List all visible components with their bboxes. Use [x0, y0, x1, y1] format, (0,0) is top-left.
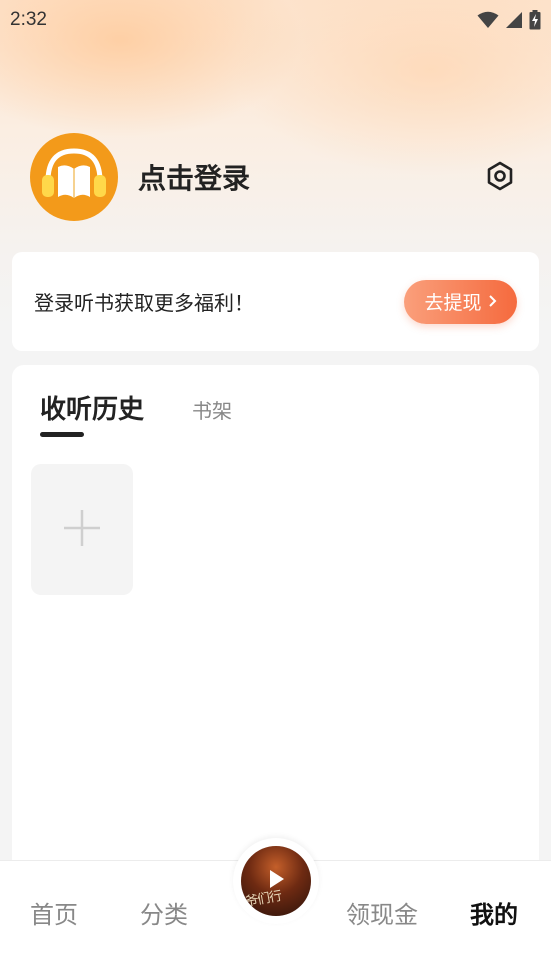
- tab-indicator: [40, 432, 84, 437]
- tab-bookshelf[interactable]: 书架: [192, 395, 232, 426]
- login-link[interactable]: 点击登录: [138, 157, 250, 197]
- withdraw-button-label: 去提现: [424, 292, 482, 314]
- nav-item-category[interactable]: 分类: [140, 895, 188, 930]
- settings-icon[interactable]: [484, 160, 516, 192]
- plus-icon: [62, 508, 102, 552]
- promo-text: 登录听书获取更多福利！: [34, 291, 254, 315]
- signal-icon: [505, 11, 523, 29]
- play-icon[interactable]: [265, 868, 287, 894]
- headphones-book-icon: [38, 145, 110, 209]
- nav-item-mine[interactable]: 我的: [470, 895, 518, 930]
- history-card: 收听历史 书架: [12, 365, 539, 885]
- history-tabs: 收听历史 书架: [40, 389, 232, 426]
- mini-player[interactable]: 爷们行: [233, 838, 319, 924]
- promo-card: 登录听书获取更多福利！ 去提现: [12, 252, 539, 351]
- status-bar: 2:32: [0, 0, 551, 40]
- add-book-button[interactable]: [31, 464, 133, 595]
- wifi-icon: [477, 11, 499, 29]
- nav-item-home[interactable]: 首页: [30, 895, 78, 930]
- tab-listen-history[interactable]: 收听历史: [40, 389, 144, 426]
- profile-header: 点击登录: [30, 132, 530, 222]
- battery-charging-icon: [529, 10, 541, 30]
- status-time: 2:32: [10, 9, 47, 30]
- avatar[interactable]: [30, 133, 118, 221]
- chevron-right-icon: [488, 291, 497, 313]
- status-icons: [477, 10, 541, 30]
- withdraw-button[interactable]: 去提现: [404, 279, 517, 324]
- player-disc-cover: 爷们行: [241, 846, 311, 916]
- nav-item-earn-cash[interactable]: 领现金: [346, 895, 418, 930]
